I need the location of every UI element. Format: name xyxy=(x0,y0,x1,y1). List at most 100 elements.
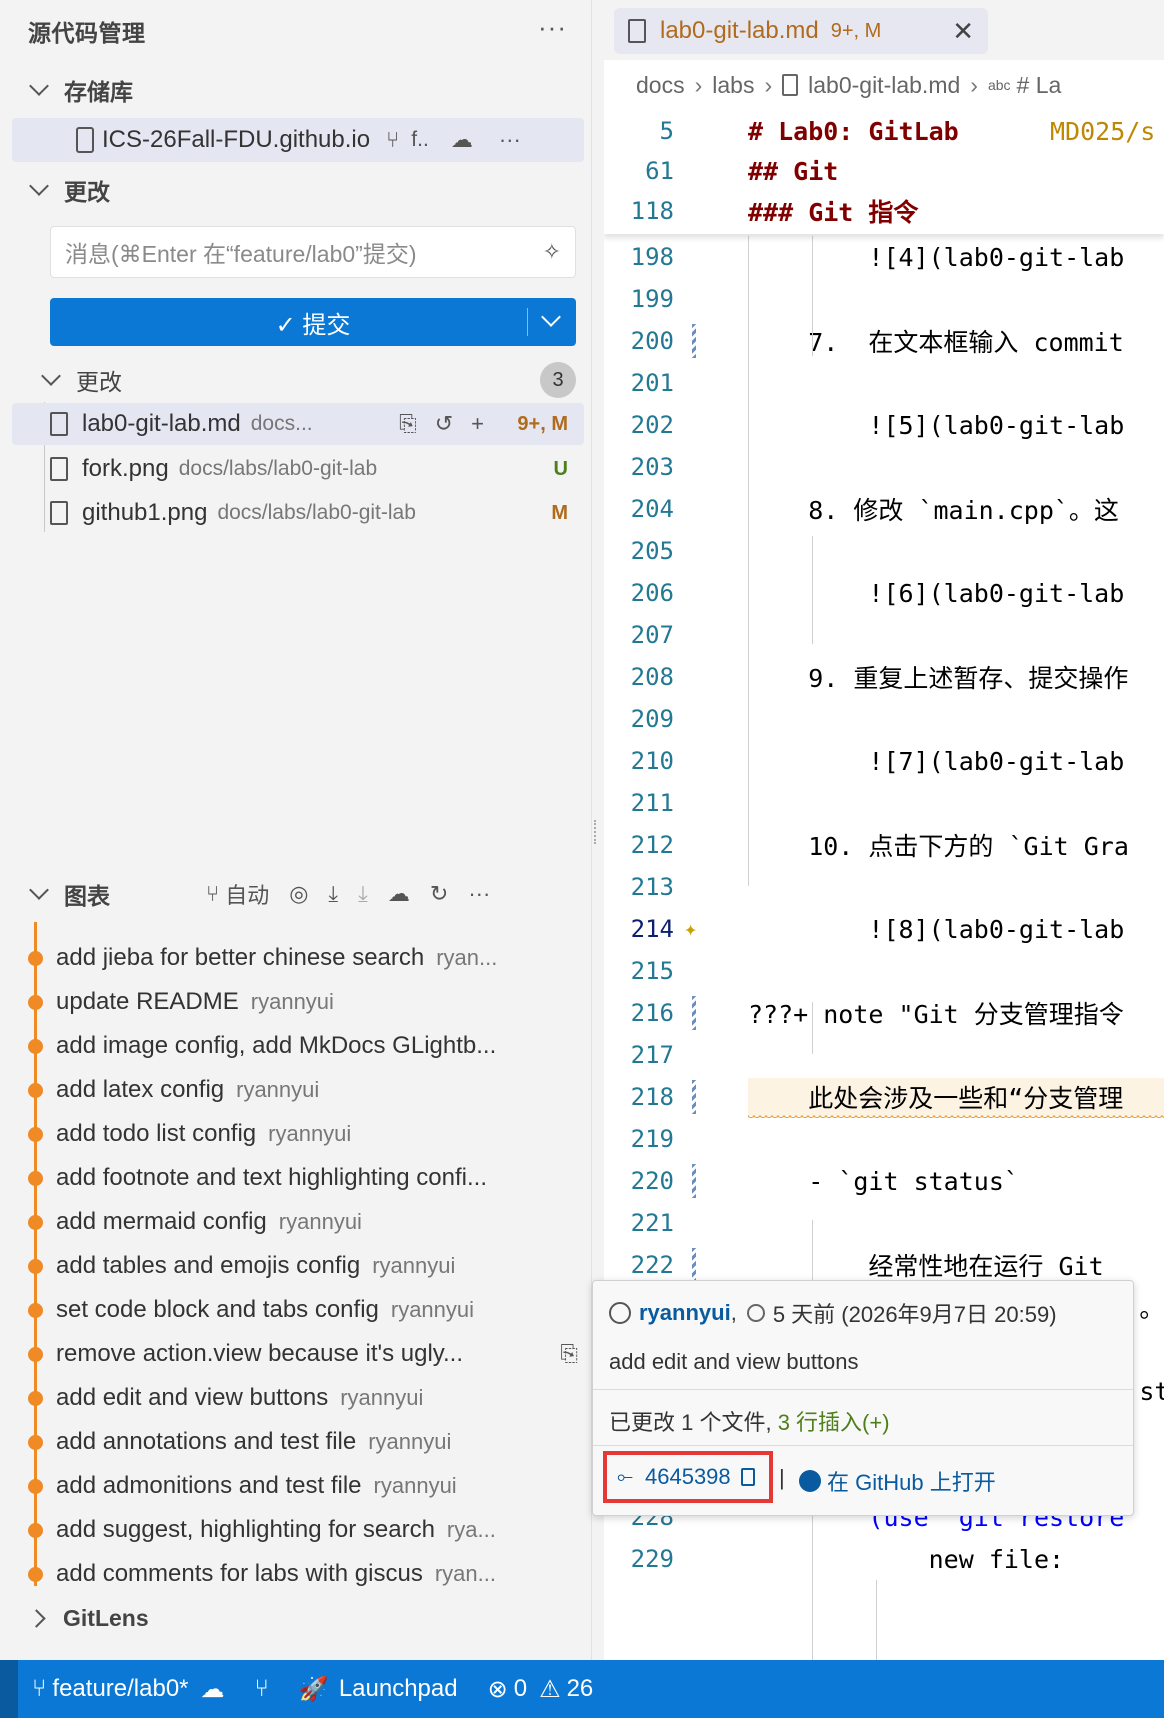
launchpad-status[interactable]: 🚀 Launchpad xyxy=(299,1675,458,1704)
cloud-upload-icon[interactable]: ☁ xyxy=(451,127,473,153)
commit-sha-link[interactable]: ⟜ 4645398 xyxy=(603,1451,773,1503)
discard-icon[interactable]: ↺ xyxy=(435,411,453,437)
breadcrumb-item[interactable]: lab0-git-lab.md xyxy=(808,72,960,99)
breadcrumb-item[interactable]: # La xyxy=(1017,72,1062,99)
code-line[interactable]: 207 xyxy=(604,614,1164,656)
changes-group[interactable]: 更改 3 xyxy=(0,360,592,400)
close-icon[interactable]: ✕ xyxy=(952,16,974,47)
section-changes[interactable]: 更改 xyxy=(0,170,592,210)
open-on-github-link[interactable]: 在 GitHub 上打开 xyxy=(799,1465,996,1497)
breadcrumb-item[interactable]: docs xyxy=(636,72,685,99)
sticky-scroll[interactable]: 5 # Lab0: GitLab MD025/s 61 ## Git 118 #… xyxy=(604,110,1164,234)
repository-row[interactable]: ICS-26Fall-FDU.github.io ⑂ f.. ☁ ··· xyxy=(12,118,584,162)
graph-section-header[interactable]: 图表 ⑂ 自动 ◎ ⤓ ⤓ ☁ ↻ ··· xyxy=(0,872,592,916)
more-icon[interactable]: ··· xyxy=(538,12,567,43)
section-repositories[interactable]: 存储库 xyxy=(0,70,592,110)
list-item[interactable]: add suggest, highlighting for search rya.… xyxy=(18,1508,586,1552)
list-item[interactable]: add latex config ryannyui xyxy=(18,1068,586,1112)
list-item[interactable]: set code block and tabs config ryannyui xyxy=(18,1288,586,1332)
graph-auto-label[interactable]: 自动 xyxy=(225,878,269,910)
list-item[interactable]: add comments for labs with giscus ryan... xyxy=(18,1552,586,1586)
commit-author-link[interactable]: ryannyui xyxy=(639,1300,731,1326)
line-text: ## Git xyxy=(748,156,839,186)
list-item[interactable]: add annotations and test file ryannyui xyxy=(18,1420,586,1464)
target-icon[interactable]: ◎ xyxy=(289,881,308,907)
code-line[interactable]: 215 xyxy=(604,950,1164,992)
line-number: 61 xyxy=(645,157,674,185)
code-line[interactable]: 201 xyxy=(604,362,1164,404)
code-line[interactable]: 229 new file: xyxy=(604,1538,1164,1580)
branch-icon[interactable]: ⑂ xyxy=(386,127,399,153)
code-line[interactable]: 211 xyxy=(604,782,1164,824)
modified-gutter-marker[interactable] xyxy=(692,1080,696,1114)
more-icon[interactable]: ··· xyxy=(468,881,490,907)
sparkle-icon[interactable]: ✦ xyxy=(684,917,697,942)
branch-status[interactable]: ⑂ feature/lab0* ☁ xyxy=(32,1675,225,1704)
section-gitlens[interactable]: GitLens xyxy=(0,1596,592,1640)
cloud-upload-icon[interactable]: ☁ xyxy=(388,881,410,907)
modified-gutter-marker[interactable] xyxy=(692,1248,696,1282)
code-line[interactable]: 5 # Lab0: GitLab MD025/s xyxy=(604,110,1164,152)
list-item[interactable]: add todo list config ryannyui xyxy=(18,1112,586,1156)
branch-icon[interactable]: ⑂ xyxy=(206,881,219,907)
changed-file-row[interactable]: lab0-git-lab.md docs... ⎘ ↺ + 9+, M xyxy=(12,403,584,445)
code-line[interactable]: 218 此处会涉及一些和“分支管理 xyxy=(604,1076,1164,1118)
sparkle-icon[interactable]: ✧ xyxy=(543,239,561,265)
code-line[interactable]: 209 xyxy=(604,698,1164,740)
commit-message-input[interactable]: 消息(⌘Enter 在“feature/lab0”提交) ✧ xyxy=(50,226,576,278)
remote-indicator[interactable] xyxy=(0,1660,18,1718)
compare-icon[interactable]: ⎘ xyxy=(560,1341,578,1367)
code-line[interactable]: 61 ## Git xyxy=(604,150,1164,192)
code-line[interactable]: 205 xyxy=(604,530,1164,572)
code-line[interactable]: 206 ![6](lab0-git-lab xyxy=(604,572,1164,614)
modified-gutter-marker[interactable] xyxy=(692,1164,696,1198)
list-item[interactable]: update README ryannyui xyxy=(18,980,586,1024)
code-line[interactable]: 221 xyxy=(604,1202,1164,1244)
breadcrumb-item[interactable]: labs xyxy=(712,72,754,99)
list-item[interactable]: add tables and emojis config ryannyui xyxy=(18,1244,586,1288)
code-line[interactable]: 118 ### Git 指令 xyxy=(604,190,1164,232)
code-line[interactable]: 213 xyxy=(604,866,1164,908)
code-line[interactable]: 208 9. 重复上述暂存、提交操作 xyxy=(604,656,1164,698)
list-item[interactable]: add edit and view buttons ryannyui xyxy=(18,1376,586,1420)
code-line[interactable]: 200 7. 在文本框输入 commit xyxy=(604,320,1164,362)
more-icon[interactable]: ··· xyxy=(499,127,521,153)
line-number: 217 xyxy=(630,1041,674,1069)
sash-handle[interactable] xyxy=(594,820,600,844)
fetch-icon[interactable]: ⤓ xyxy=(328,881,338,907)
code-line[interactable]: 204 8. 修改 `main.cpp`。这 xyxy=(604,488,1164,530)
code-line[interactable]: 217 xyxy=(604,1034,1164,1076)
open-file-icon[interactable]: ⎘ xyxy=(399,411,417,437)
code-line[interactable]: 216 ???+ note "Git 分支管理指令 xyxy=(604,992,1164,1034)
list-item[interactable]: remove action.view because it's ugly... ⎘ xyxy=(18,1332,586,1376)
branch-name[interactable]: f.. xyxy=(411,128,429,152)
list-item[interactable]: add jieba for better chinese search ryan.… xyxy=(18,936,586,980)
chevron-down-icon[interactable] xyxy=(541,307,561,327)
modified-gutter-marker[interactable] xyxy=(692,324,696,358)
changed-file-row[interactable]: github1.png docs/labs/lab0-git-lab M xyxy=(12,492,584,534)
code-line[interactable]: 210 ![7](lab0-git-lab xyxy=(604,740,1164,782)
changed-file-row[interactable]: fork.png docs/labs/lab0-git-lab U xyxy=(12,448,584,490)
pull-icon[interactable]: ⤓ xyxy=(358,881,368,907)
stage-plus-icon[interactable]: + xyxy=(471,411,484,437)
list-item[interactable]: add image config, add MkDocs GLightb... xyxy=(18,1024,586,1068)
commit-dot xyxy=(28,1346,43,1362)
code-line[interactable]: 212 10. 点击下方的 `Git Gra xyxy=(604,824,1164,866)
list-item[interactable]: add admonitions and test file ryannyui xyxy=(18,1464,586,1508)
code-line[interactable]: 198 ![4](lab0-git-lab xyxy=(604,236,1164,278)
graph-status-icon[interactable]: ⑂ xyxy=(255,1675,269,1703)
list-item[interactable]: add mermaid config ryannyui xyxy=(18,1200,586,1244)
commit-button[interactable]: ✓ 提交 xyxy=(50,298,576,346)
code-line[interactable]: 220 - `git status` xyxy=(604,1160,1164,1202)
tab-active-file[interactable]: lab0-git-lab.md 9+, M ✕ xyxy=(614,8,988,54)
code-line[interactable]: 199 xyxy=(604,278,1164,320)
modified-gutter-marker[interactable] xyxy=(692,996,696,1030)
list-item[interactable]: add footnote and text highlighting confi… xyxy=(18,1156,586,1200)
code-line[interactable]: 219 xyxy=(604,1118,1164,1160)
code-line[interactable]: 203 xyxy=(604,446,1164,488)
code-line[interactable]: 202 ![5](lab0-git-lab xyxy=(604,404,1164,446)
code-line[interactable]: 214 ✦ ![8](lab0-git-lab xyxy=(604,908,1164,950)
refresh-icon[interactable]: ↻ xyxy=(430,881,448,907)
copy-icon[interactable] xyxy=(740,1468,755,1486)
problems-status[interactable]: ⊗ 0 ⚠ 26 xyxy=(488,1675,594,1704)
